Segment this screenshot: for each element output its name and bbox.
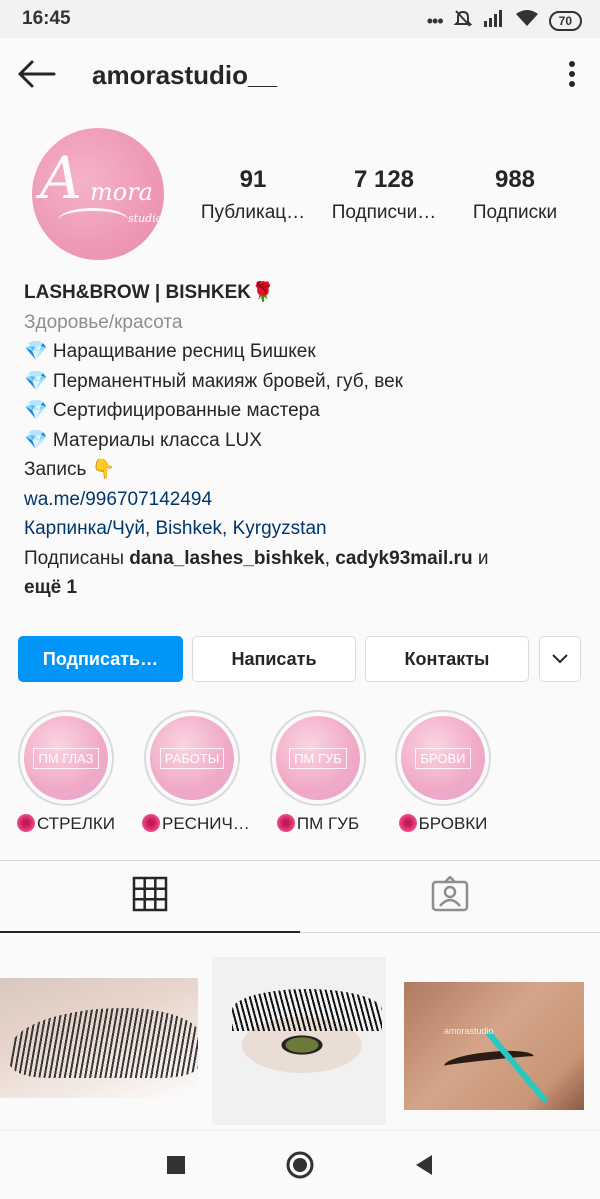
highlight-item[interactable]: БРОВИ БРОВКИ bbox=[393, 710, 493, 834]
post-watermark: amorastudio bbox=[444, 1026, 494, 1036]
contacts-button[interactable]: Контакты bbox=[365, 636, 529, 682]
stat-followers-label: Подписчи… bbox=[331, 202, 437, 223]
battery-indicator: 70 bbox=[548, 10, 582, 31]
bio-line: 💎 Материалы класса LUX bbox=[24, 429, 262, 451]
tab-tagged[interactable] bbox=[300, 861, 600, 933]
highlight-cover: ПМ ГУБ bbox=[276, 716, 360, 800]
highlight-item[interactable]: РАБОТЫ РЕСНИЧ… bbox=[142, 710, 250, 834]
highlight-item[interactable]: ПМ ГЛАЗ СТРЕЛКИ bbox=[16, 710, 116, 834]
lashes-graphic bbox=[232, 989, 382, 1031]
followed-user[interactable]: cadyk93mail.ru bbox=[335, 548, 472, 569]
status-icons: ••• 70 bbox=[427, 8, 582, 33]
more-options-icon[interactable] bbox=[562, 58, 582, 90]
back-arrow-icon[interactable] bbox=[16, 58, 56, 90]
highlight-label: ПМ ГУБ bbox=[296, 814, 360, 833]
highlight-cover: БРОВИ bbox=[401, 716, 485, 800]
status-time: 16:45 bbox=[22, 8, 71, 29]
profile-username: amorastudio__ bbox=[92, 60, 277, 90]
post-thumbnail-lashes-closeup[interactable] bbox=[0, 978, 198, 1098]
tab-posts-grid[interactable] bbox=[0, 861, 300, 933]
follow-button[interactable]: Подписать… bbox=[18, 636, 183, 682]
back-triangle-icon[interactable] bbox=[410, 1151, 438, 1179]
post-thumbnail-brows[interactable]: amorastudio bbox=[404, 982, 584, 1110]
bio-line: 💎 Наращивание ресниц Бишкек bbox=[24, 341, 316, 362]
highlight-caption: СТРЕЛКИ bbox=[16, 814, 116, 834]
chevron-down-icon bbox=[551, 649, 569, 670]
flower-icon bbox=[276, 814, 295, 832]
highlight-cover: РАБОТЫ bbox=[150, 716, 234, 800]
avatar-lash-graphic bbox=[58, 208, 128, 232]
status-bar: 16:45 ••• 70 bbox=[0, 0, 600, 38]
profile-bio: LASH&BROW | BISHKEK🌹 Здоровье/красота 💎 … bbox=[24, 278, 584, 603]
wifi-icon bbox=[515, 9, 539, 32]
followed-user[interactable]: dana_lashes_bishkek bbox=[129, 548, 324, 569]
stat-followers-count: 7 128 bbox=[353, 166, 415, 193]
highlight-cover-text: ПМ ГЛАЗ bbox=[33, 747, 99, 769]
followed-separator: , bbox=[324, 547, 336, 569]
flower-icon bbox=[16, 814, 35, 832]
bio-website-link[interactable]: wa.me/996707142494 bbox=[24, 485, 584, 515]
followed-prefix: Подписаны bbox=[24, 547, 130, 569]
highlight-ring: ПМ ГУБ bbox=[270, 710, 366, 806]
grid-icon bbox=[132, 876, 168, 917]
stat-following-label: Подписки bbox=[472, 202, 558, 223]
more-notifications-icon: ••• bbox=[426, 10, 444, 31]
recents-square-icon[interactable] bbox=[162, 1151, 190, 1179]
bio-category: Здоровье/красота bbox=[24, 311, 183, 333]
followed-by[interactable]: Подписаны dana_lashes_bishkek, cadyk93ma… bbox=[24, 544, 584, 603]
stat-following-count: 988 bbox=[494, 166, 536, 193]
followed-and: и bbox=[472, 547, 489, 569]
stat-posts-label: Публикац… bbox=[200, 202, 306, 223]
stat-posts-count: 91 bbox=[239, 166, 267, 193]
highlight-caption: ПМ ГУБ bbox=[268, 814, 368, 834]
highlight-cover: ПМ ГЛАЗ bbox=[24, 716, 108, 800]
highlight-cover-text: БРОВИ bbox=[415, 747, 471, 769]
highlight-label: РЕСНИЧ… bbox=[162, 814, 250, 833]
bio-name: LASH&BROW | BISHKEK🌹 bbox=[24, 282, 275, 303]
followed-more[interactable]: ещё 1 bbox=[24, 577, 77, 598]
flower-icon bbox=[398, 814, 417, 832]
flower-icon bbox=[142, 814, 160, 832]
message-button[interactable]: Написать bbox=[192, 636, 356, 682]
system-navigation-bar bbox=[0, 1130, 600, 1199]
bio-location-link[interactable]: Карпинка/Чуй, Bishkek, Kyrgyzstan bbox=[24, 514, 584, 544]
mute-bell-icon bbox=[453, 8, 473, 33]
avatar-logo-sub: studio bbox=[128, 212, 163, 225]
suggested-accounts-button[interactable] bbox=[539, 636, 581, 682]
tagged-person-icon bbox=[431, 875, 469, 917]
highlight-ring: ПМ ГЛАЗ bbox=[18, 710, 114, 806]
signal-icon bbox=[483, 9, 505, 32]
bio-line: 💎 Перманентный макияж бровей, губ, век bbox=[24, 370, 403, 392]
post-thumbnail-eye[interactable] bbox=[212, 957, 386, 1125]
bio-line: 💎 Сертифицированные мастера bbox=[24, 400, 320, 421]
highlight-caption: БРОВКИ bbox=[393, 814, 493, 834]
highlight-label: СТРЕЛКИ bbox=[36, 814, 116, 833]
highlight-caption: РЕСНИЧ… bbox=[142, 814, 250, 834]
stat-following[interactable]: 988 Подписки bbox=[450, 166, 580, 224]
highlight-ring: БРОВИ bbox=[395, 710, 491, 806]
stat-followers[interactable]: 7 128 Подписчи… bbox=[319, 166, 449, 224]
highlight-cover-text: ПМ ГУБ bbox=[289, 747, 347, 769]
stat-posts[interactable]: 91 Публикац… bbox=[188, 166, 318, 224]
highlight-ring: РАБОТЫ bbox=[144, 710, 240, 806]
avatar-logo-letter: A bbox=[40, 144, 82, 212]
highlight-label: БРОВКИ bbox=[418, 814, 488, 833]
profile-screen: 16:45 ••• 70 amorastudio__ A mora studio… bbox=[0, 0, 600, 1199]
bio-line: Запись 👇 bbox=[24, 459, 116, 480]
profile-header: amorastudio__ bbox=[0, 38, 600, 110]
home-circle-icon[interactable] bbox=[286, 1151, 314, 1179]
highlight-cover-text: РАБОТЫ bbox=[159, 747, 225, 769]
profile-avatar[interactable]: A mora studio bbox=[32, 128, 164, 260]
highlight-item[interactable]: ПМ ГУБ ПМ ГУБ bbox=[268, 710, 368, 834]
avatar-logo-word: mora bbox=[90, 178, 153, 206]
lashes-graphic bbox=[10, 1008, 198, 1078]
